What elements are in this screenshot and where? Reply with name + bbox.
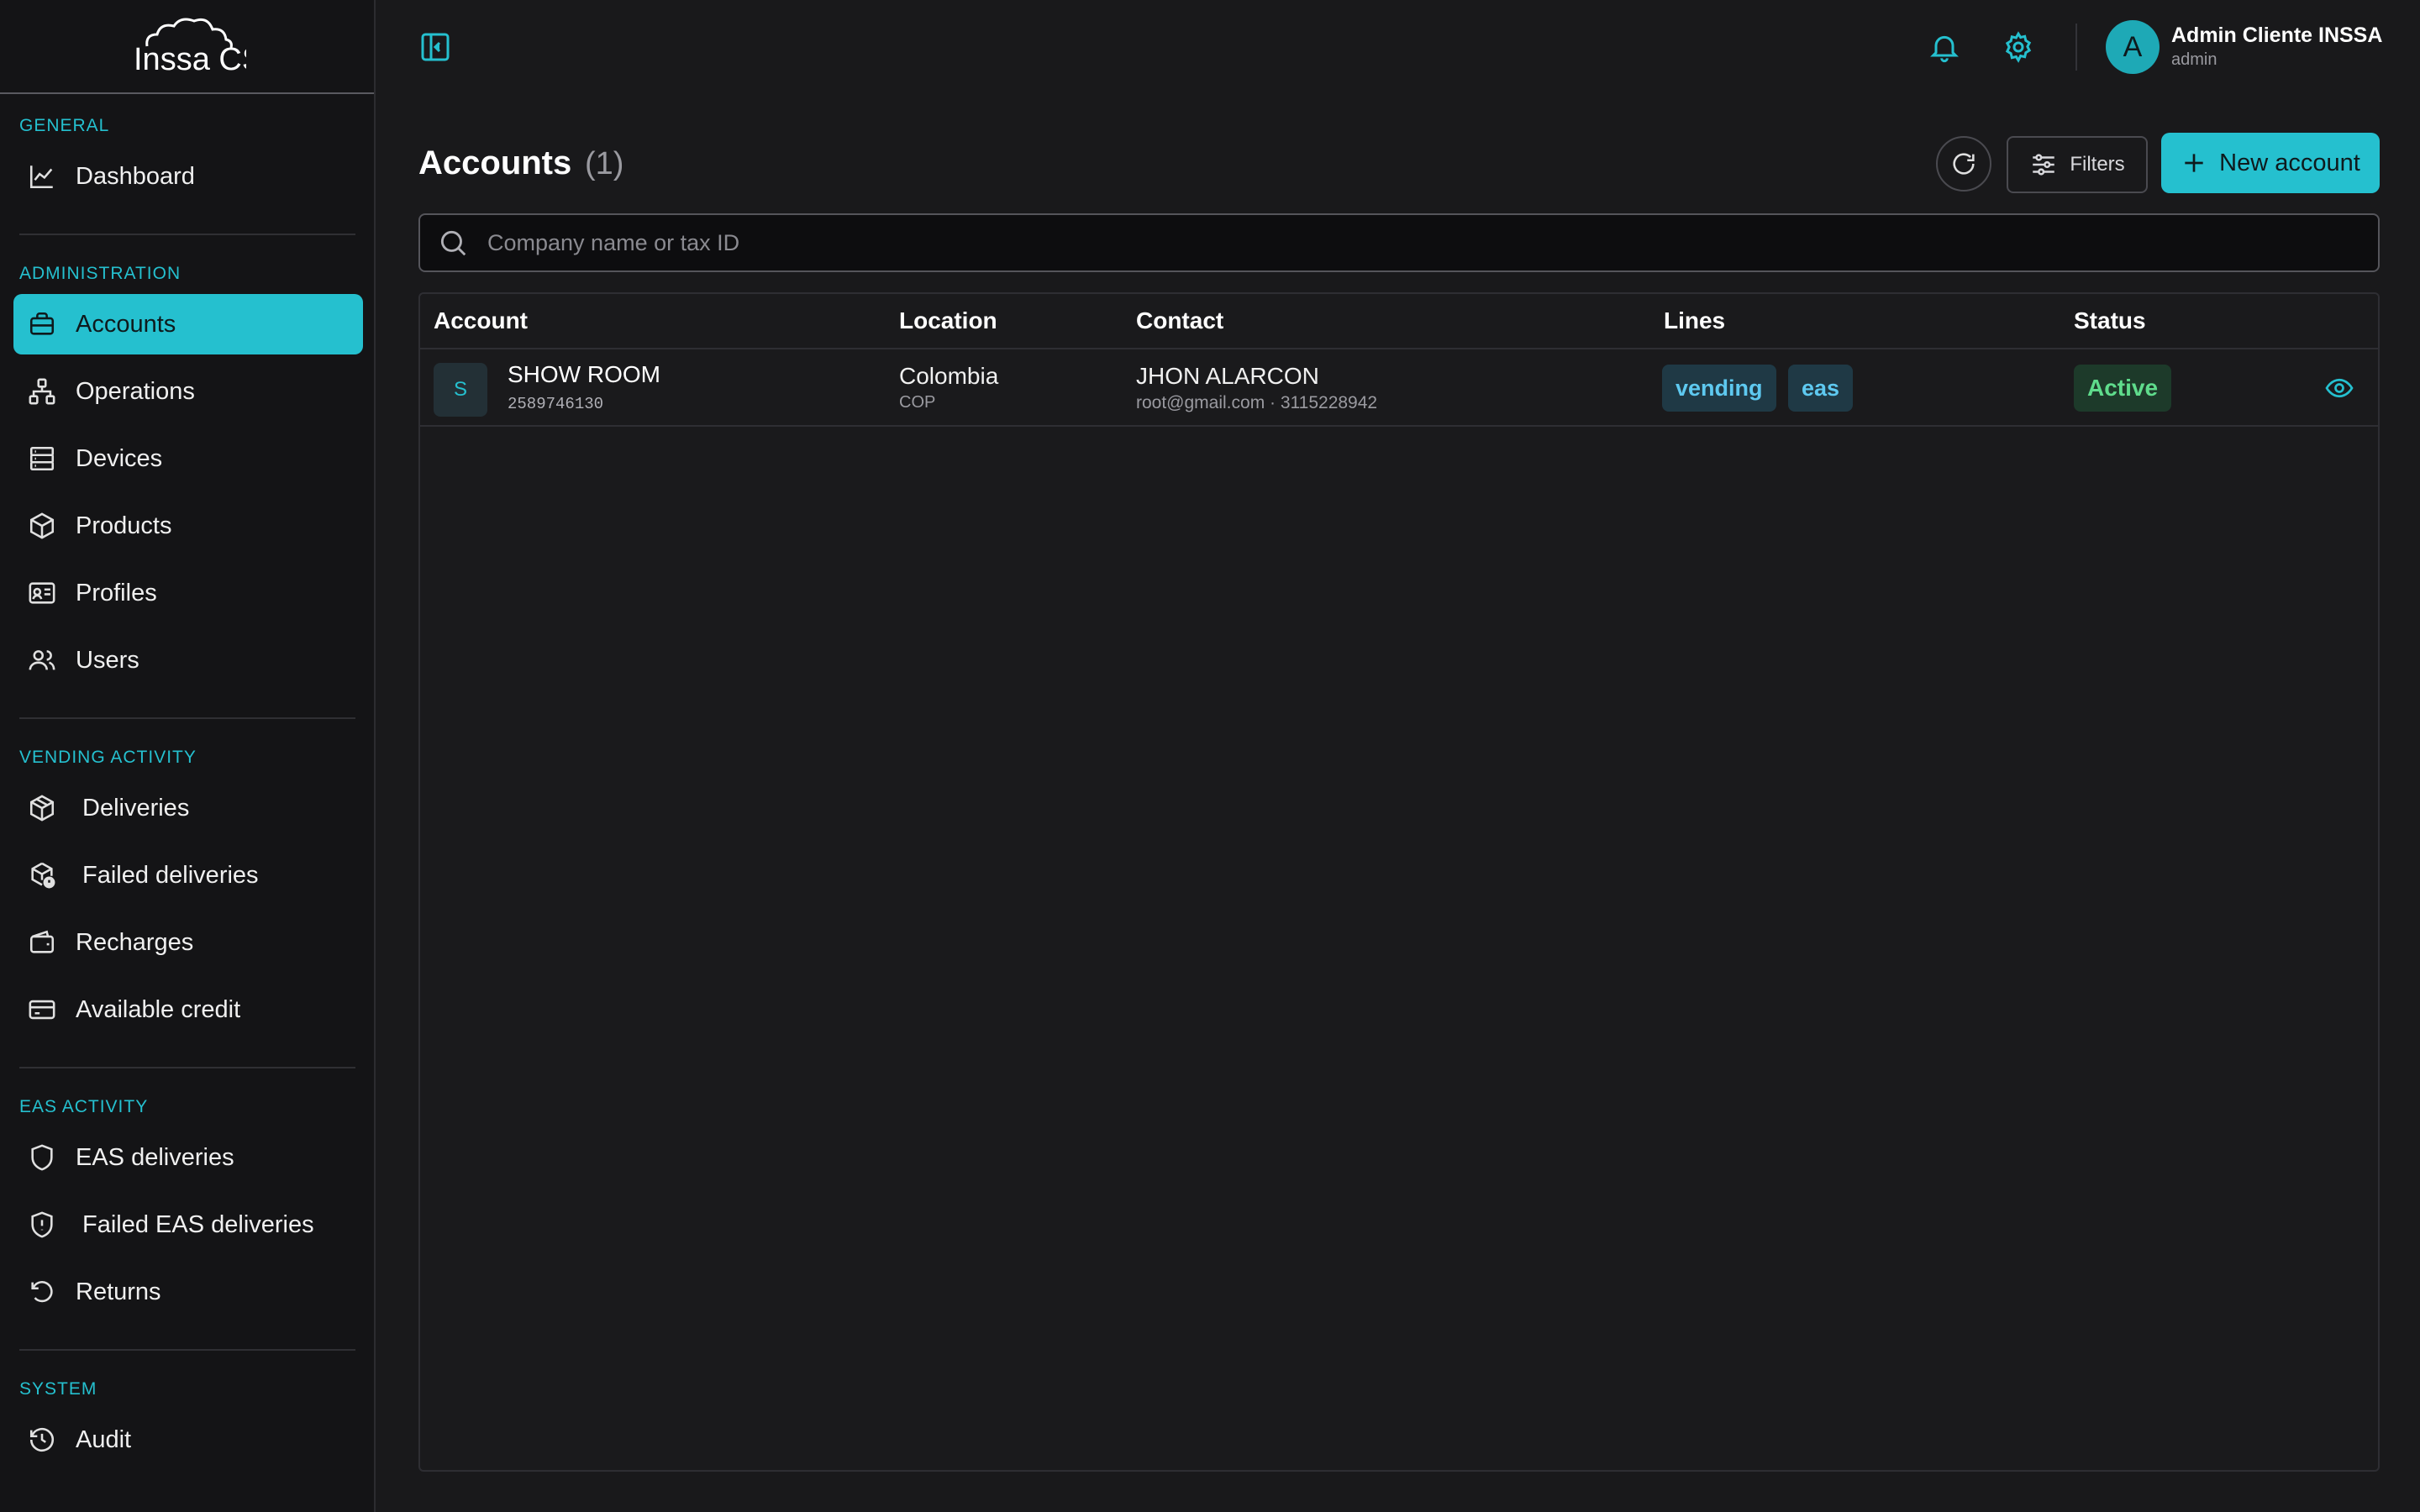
sidebar-item-label: Accounts [76, 310, 176, 338]
section-title-administration: Administration [19, 264, 182, 283]
refresh-icon [1953, 153, 1975, 175]
sidebar-item-deliveries[interactable]: Deliveries [13, 778, 363, 838]
topbar-separator [2075, 24, 2077, 71]
avatar[interactable]: A [2106, 20, 2160, 74]
sidebar-item-label: Operations [76, 377, 195, 405]
sidebar-item-label: Recharges [76, 928, 194, 956]
sidebar-divider [19, 234, 355, 235]
sidebar-item-label: Failed EAS deliveries [82, 1210, 314, 1238]
sidebar-item-returns[interactable]: Returns [13, 1262, 363, 1322]
sidebar-item-products[interactable]: Products [13, 496, 363, 556]
table-header-divider [420, 348, 2378, 349]
new-account-label: New account [2219, 149, 2360, 176]
location-country: Colombia [899, 363, 999, 389]
wallet-icon [25, 926, 59, 959]
sidebar-item-failed-eas-deliveries[interactable]: Failed EAS deliveries [13, 1194, 363, 1255]
filters-label: Filters [2070, 153, 2125, 176]
credit-card-icon [25, 993, 59, 1026]
server-icon [25, 442, 59, 475]
search-box[interactable] [418, 213, 2380, 272]
column-header-status[interactable]: Status [2074, 307, 2146, 334]
shield-icon [25, 1141, 59, 1174]
sidebar-item-devices[interactable]: Devices [13, 428, 363, 489]
users-icon [25, 643, 59, 677]
sidebar-item-profiles[interactable]: Profiles [13, 563, 363, 623]
section-title-vending-activity: Vending activity [19, 748, 197, 767]
new-account-button[interactable]: New account [2161, 133, 2380, 193]
account-name[interactable]: SHOW ROOM [508, 361, 660, 388]
briefcase-icon [25, 307, 59, 341]
sidebar-item-recharges[interactable]: Recharges [13, 912, 363, 973]
plus-icon [2185, 154, 2203, 172]
section-title-system: System [19, 1379, 97, 1399]
sidebar-item-available-credit[interactable]: Available credit [13, 979, 363, 1040]
sidebar-item-label: Audit [76, 1425, 132, 1453]
sidebar-item-accounts[interactable]: Accounts [13, 294, 363, 354]
logo-text: Inssa CS [134, 42, 246, 77]
history-icon [25, 1423, 59, 1457]
cloud-logo-icon: Inssa CS [134, 18, 246, 77]
eye-icon[interactable] [2324, 373, 2354, 403]
sidebar-item-users[interactable]: Users [13, 630, 363, 690]
section-title-eas-activity: EAS activity [19, 1097, 149, 1116]
user-name[interactable]: Admin Cliente INSSA [2171, 24, 2382, 48]
column-header-account[interactable]: Account [434, 307, 528, 334]
sidebar: Inssa CS General Dashboard Administratio… [0, 0, 376, 1512]
location-currency: COP [899, 393, 936, 412]
user-role: admin [2171, 50, 2217, 69]
package-icon [25, 791, 59, 825]
account-tax-id: 2589746130 [508, 395, 604, 413]
column-header-lines[interactable]: Lines [1664, 307, 1725, 334]
sidebar-item-label: Deliveries [82, 794, 190, 822]
table-row-divider [420, 425, 2378, 427]
search-icon [440, 230, 466, 256]
section-title-general: General [19, 116, 110, 135]
gear-icon[interactable] [2002, 30, 2035, 64]
chart-line-icon [25, 160, 59, 193]
id-card-icon [25, 576, 59, 610]
shield-alert-icon [25, 1208, 59, 1242]
column-header-location[interactable]: Location [899, 307, 997, 334]
sidebar-item-label: Available credit [76, 995, 241, 1023]
status-badge: Active [2074, 365, 2172, 412]
sidebar-item-audit[interactable]: Audit [13, 1410, 363, 1470]
page-count: (1) [585, 146, 624, 181]
sidebar-item-label: Failed deliveries [82, 861, 259, 889]
box-icon [25, 509, 59, 543]
sidebar-item-label: Users [76, 646, 139, 674]
sidebar-item-eas-deliveries[interactable]: EAS deliveries [13, 1127, 363, 1188]
contact-name: JHON ALARCON [1136, 363, 1319, 389]
account-avatar: S [434, 363, 487, 417]
undo-icon [25, 1275, 59, 1309]
line-tag-vending: vending [1662, 365, 1776, 412]
sidebar-item-label: Devices [76, 444, 163, 472]
sidebar-item-operations[interactable]: Operations [13, 361, 363, 422]
search-input[interactable] [486, 228, 2338, 257]
bell-icon[interactable] [1928, 30, 1961, 64]
contact-detail: root@gmail.com · 3115228942 [1136, 393, 1378, 412]
sidebar-divider [19, 1067, 355, 1068]
brand-logo[interactable]: Inssa CS [0, 0, 374, 94]
column-header-contact[interactable]: Contact [1136, 307, 1223, 334]
sliders-icon [2033, 154, 2055, 176]
sidebar-toggle-icon[interactable] [418, 30, 452, 64]
network-icon [25, 375, 59, 408]
accounts-table: Account Location Contact Lines Status S … [418, 292, 2380, 1472]
sidebar-divider [19, 1349, 355, 1351]
package-alert-icon [25, 858, 59, 892]
sidebar-item-label: Returns [76, 1278, 161, 1305]
sidebar-item-label: Products [76, 512, 172, 539]
sidebar-item-label: Dashboard [76, 162, 195, 190]
sidebar-item-label: Profiles [76, 579, 157, 606]
sidebar-item-failed-deliveries[interactable]: Failed deliveries [13, 845, 363, 906]
sidebar-item-dashboard[interactable]: Dashboard [13, 146, 363, 207]
filters-button[interactable]: Filters [2007, 136, 2148, 193]
sidebar-item-label: EAS deliveries [76, 1143, 234, 1171]
line-tag-eas: eas [1788, 365, 1854, 412]
refresh-button[interactable] [1936, 136, 1991, 192]
page-title: Accounts [418, 144, 572, 181]
sidebar-divider [19, 717, 355, 719]
